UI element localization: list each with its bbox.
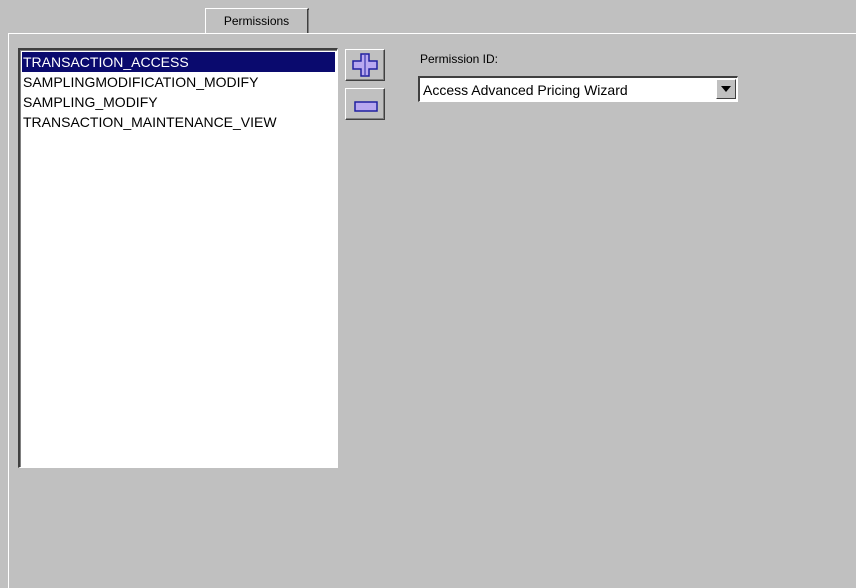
chevron-down-icon bbox=[721, 86, 731, 92]
dropdown-arrow-button[interactable] bbox=[716, 79, 736, 99]
plus-icon bbox=[352, 53, 378, 82]
list-item[interactable]: TRANSACTION_ACCESS bbox=[22, 52, 335, 72]
permission-id-dropdown[interactable]: Access Advanced Pricing Wizard bbox=[418, 76, 738, 102]
tab-permissions[interactable]: Permissions bbox=[205, 8, 309, 34]
list-item[interactable]: SAMPLINGMODIFICATION_MODIFY bbox=[22, 72, 335, 92]
remove-permission-button[interactable] bbox=[345, 88, 385, 120]
permissions-window: Permissions TRANSACTION_ACCESS SAMPLINGM… bbox=[0, 0, 856, 588]
permissions-list[interactable]: TRANSACTION_ACCESS SAMPLINGMODIFICATION_… bbox=[18, 48, 338, 468]
permission-id-label: Permission ID: bbox=[420, 52, 499, 66]
panel-border bbox=[8, 33, 205, 34]
permission-id-value: Access Advanced Pricing Wizard bbox=[423, 82, 628, 98]
list-item[interactable]: SAMPLING_MODIFY bbox=[22, 92, 335, 112]
tab-strip: Permissions bbox=[0, 0, 856, 34]
minus-icon bbox=[354, 99, 378, 117]
panel-border bbox=[309, 33, 856, 34]
list-item[interactable]: TRANSACTION_MAINTENANCE_VIEW bbox=[22, 112, 335, 132]
add-permission-button[interactable] bbox=[345, 49, 385, 81]
